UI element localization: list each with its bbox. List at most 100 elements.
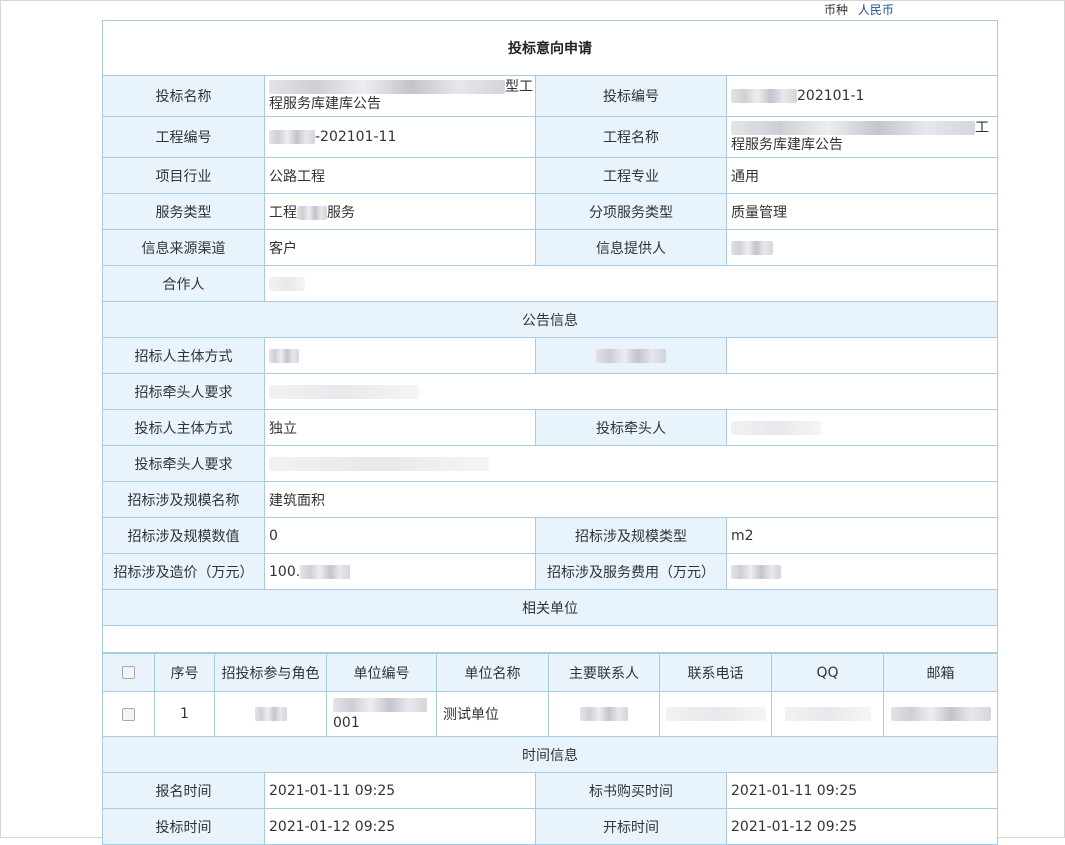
redacted-text [731,121,975,135]
signup-time-value: 2021-01-11 09:25 [264,772,536,809]
redacted-text [269,456,489,471]
project-name-line2: 程服务库建库公告 [731,137,843,153]
redacted-text [580,707,628,721]
select-all-checkbox[interactable] [122,666,135,679]
bid-name-tail: 型工 [505,79,533,95]
row-unit-no: 001 [326,691,437,737]
info-provider-value [726,229,998,266]
project-no-label: 工程编号 [102,116,265,158]
redacted-text [596,348,666,363]
service-type-value: 工程 服务 [264,193,536,230]
redacted-text [731,564,781,579]
info-provider-label: 信息提供人 [535,229,727,266]
partner-label: 合作人 [102,265,265,302]
col-header-role: 招投标参与角色 [214,653,327,692]
redacted-text [731,89,797,103]
redacted-text [269,130,315,144]
redacted-text [784,707,871,721]
redacted-text [269,348,299,363]
bid-name-value: 型工 程服务库建库公告 [264,75,536,117]
bid-lead-req-label: 投标牵头人要求 [102,445,265,482]
row-checkbox[interactable] [122,707,135,721]
service-type-label: 服务类型 [102,193,265,230]
doc-buy-time-label: 标书购买时间 [535,772,727,809]
bid-no-label: 投标编号 [535,75,727,117]
row-email [883,691,998,737]
col-header-phone: 联系电话 [659,653,772,692]
scale-name-value: 建筑面积 [264,481,998,518]
col-header-contact: 主要联系人 [548,653,660,692]
service-fee-value [726,553,998,590]
col-header-unit-no: 单位编号 [326,653,437,692]
project-no-text: -202101-11 [315,129,397,145]
tenderer-mode-extra [535,337,727,374]
project-name-label: 工程名称 [535,116,727,158]
industry-label: 项目行业 [102,157,265,194]
bid-name-line2: 程服务库建库公告 [269,96,381,112]
cost-text: 100. [269,563,301,580]
info-source-value: 客户 [264,229,536,266]
redacted-text [297,205,327,220]
tenderer-mode-value [264,337,536,374]
redacted-text [665,707,766,721]
service-type-text-b: 服务 [327,204,355,221]
bid-no-value: 202101-1 [726,75,998,117]
project-name-tail: 工 [975,120,989,136]
project-name-value: 工 程服务库建库公告 [726,116,998,158]
specialty-value: 通用 [726,157,998,194]
bid-lead-req-value [264,445,998,482]
scale-name-label: 招标涉及规模名称 [102,481,265,518]
section-notice-info: 公告信息 [102,301,998,338]
redacted-text [890,707,991,721]
col-header-index: 序号 [154,653,215,692]
bid-no-text: 202101-1 [797,88,865,104]
units-table-header: 序号 招投标参与角色 单位编号 单位名称 主要联系人 联系电话 QQ 邮箱 [102,653,998,692]
row-phone [659,691,772,737]
tenderer-mode-label: 招标人主体方式 [102,337,265,374]
bid-name-label: 投标名称 [102,75,265,117]
redacted-text [269,80,505,94]
signup-time-label: 报名时间 [102,772,265,809]
units-table: 序号 招投标参与角色 单位编号 单位名称 主要联系人 联系电话 QQ 邮箱 1 … [102,653,998,737]
specialty-label: 工程专业 [535,157,727,194]
redacted-text [269,384,419,399]
industry-value: 公路工程 [264,157,536,194]
bid-time-value: 2021-01-12 09:25 [264,808,536,845]
redacted-text [269,276,305,291]
bid-lead-label: 投标牵头人 [535,409,727,446]
units-toolbar-blank [102,625,998,653]
scale-type-value: m2 [726,517,998,554]
row-select-cell[interactable] [102,691,155,737]
currency-value: 人民币 [857,3,894,17]
sub-service-type-value: 质量管理 [726,193,998,230]
tenderer-mode-extra-value [726,337,998,374]
service-fee-label: 招标涉及服务费用（万元） [535,553,727,590]
row-qq [771,691,884,737]
currency-label: 币种 [824,3,849,17]
section-related-units: 相关单位 [102,589,998,626]
redacted-text [333,698,427,712]
currency-indicator: 币种 人民币 [824,1,894,18]
bidder-mode-value: 独立 [264,409,536,446]
row-role [214,691,327,737]
tender-lead-req-value [264,373,998,410]
cost-value: 100. [264,553,536,590]
sub-service-type-label: 分项服务类型 [535,193,727,230]
row-contact [548,691,660,737]
tender-lead-req-label: 招标牵头人要求 [102,373,265,410]
col-header-email: 邮箱 [883,653,998,692]
bidder-mode-label: 投标人主体方式 [102,409,265,446]
table-row[interactable]: 1 001 测试单位 [102,691,998,737]
section-time-info: 时间信息 [102,737,998,773]
row-index: 1 [154,691,215,737]
bid-lead-value [726,409,998,446]
row-unit-name: 测试单位 [436,691,549,737]
select-all-cell[interactable] [102,653,155,692]
info-table: 投标意向申请 投标名称 型工 程服务库建库公告 投标编号 202101-1 工程… [102,20,998,653]
service-type-text-a: 工程 [269,204,297,221]
time-table: 时间信息 报名时间 2021-01-11 09:25 标书购买时间 2021-0… [102,737,998,845]
col-header-qq: QQ [771,653,884,692]
redacted-text [731,240,773,255]
scale-type-label: 招标涉及规模类型 [535,517,727,554]
scale-value-label: 招标涉及规模数值 [102,517,265,554]
